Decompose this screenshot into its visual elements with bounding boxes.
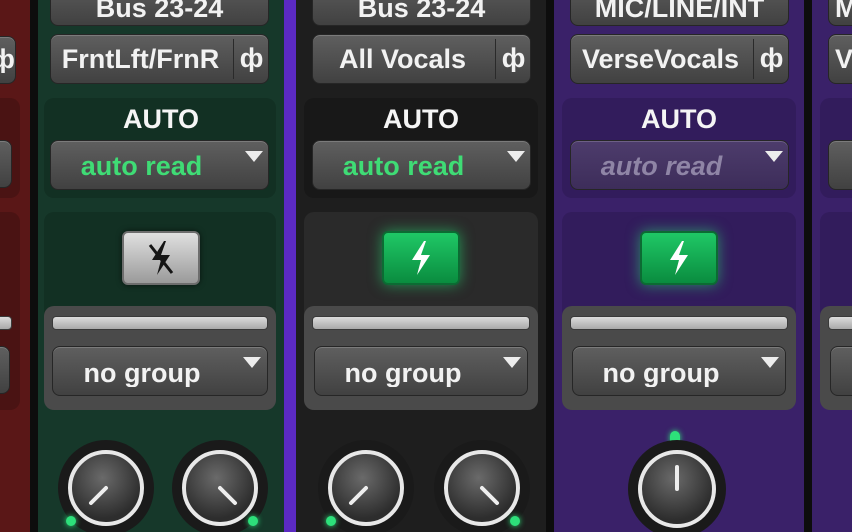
- automation-mode-value: auto read: [80, 153, 203, 180]
- bus-label: M: [835, 0, 852, 22]
- automation-mode-dropdown[interactable]: auto read: [570, 140, 789, 190]
- group-dropdown[interactable]: [830, 346, 852, 396]
- power-button[interactable]: [122, 231, 200, 285]
- send-indicator: [248, 516, 258, 526]
- output-divider: [753, 39, 754, 79]
- bus-selector[interactable]: M: [828, 0, 852, 26]
- group-dropdown[interactable]: [0, 346, 10, 394]
- bus-selector[interactable]: Bus 23-24: [312, 0, 531, 26]
- power-bolt-icon: [412, 241, 430, 275]
- power-bolt-disabled-icon: [148, 241, 174, 275]
- channel-strip-purple-partial: M Vo: [812, 0, 852, 532]
- channel-strip-black: Bus 23-24 All Vocals ф AUTO auto read no…: [296, 0, 546, 532]
- chevron-down-icon: [503, 357, 521, 368]
- group-dropdown[interactable]: no group: [52, 346, 268, 396]
- output-selector[interactable]: FrntLft/FrnR ф: [50, 34, 269, 84]
- group-meter: [52, 316, 268, 330]
- output-selector[interactable]: VerseVocals ф: [570, 34, 789, 84]
- strip-divider: [804, 0, 812, 532]
- chevron-down-icon: [507, 151, 525, 162]
- chevron-down-icon: [245, 151, 263, 162]
- power-button[interactable]: [382, 231, 460, 285]
- bus-label: Bus 23-24: [357, 0, 486, 22]
- send-indicator: [510, 516, 520, 526]
- auto-label: AUTO: [640, 104, 717, 134]
- pan-knob[interactable]: [628, 440, 726, 532]
- power-button[interactable]: [640, 231, 718, 285]
- bus-selector[interactable]: MIC/LINE/INT: [570, 0, 789, 26]
- output-plugin-icon: ф: [0, 46, 15, 73]
- output-selector[interactable]: Vo: [828, 34, 852, 84]
- bus-label: Bus 23-24: [95, 0, 224, 22]
- automation-mode-value: auto read: [600, 153, 723, 180]
- output-divider: [495, 39, 496, 79]
- group-meter: [570, 316, 788, 330]
- group-value: no group: [83, 360, 201, 387]
- channel-strip-green: Bus 23-24 FrntLft/FrnR ф AUTO auto read …: [38, 0, 284, 532]
- automation-mode-dropdown[interactable]: auto read: [312, 140, 531, 190]
- output-plugin-icon: ф: [239, 45, 264, 72]
- group-meter: [312, 316, 530, 330]
- output-label: VerseVocals: [581, 46, 740, 73]
- automation-mode-dropdown[interactable]: [828, 140, 852, 190]
- send-indicator: [326, 516, 336, 526]
- group-meter: [0, 316, 12, 330]
- strip-divider: [30, 0, 38, 532]
- auto-label: AUTO: [122, 104, 199, 134]
- automation-mode-dropdown[interactable]: [0, 140, 12, 188]
- bus-selector[interactable]: Bus 23-24: [50, 0, 269, 26]
- output-label: All Vocals: [338, 46, 467, 73]
- chevron-down-icon: [243, 357, 261, 368]
- knob-pointer-icon: [675, 465, 679, 491]
- output-divider: [233, 39, 234, 79]
- strip-divider: [546, 0, 554, 532]
- bus-label: MIC/LINE/INT: [594, 0, 765, 22]
- output-plugin-icon: ф: [501, 45, 526, 72]
- output-selector[interactable]: All Vocals ф: [312, 34, 531, 84]
- group-value: no group: [602, 360, 720, 387]
- automation-mode-dropdown[interactable]: auto read: [50, 140, 269, 190]
- auto-label: AUTO: [382, 104, 459, 134]
- channel-strip-red: ф: [0, 0, 30, 532]
- power-bolt-icon: [670, 241, 688, 275]
- chevron-down-icon: [761, 357, 779, 368]
- chevron-down-icon: [765, 151, 783, 162]
- channel-strip-purple: MIC/LINE/INT VerseVocals ф AUTO auto rea…: [554, 0, 804, 532]
- group-dropdown[interactable]: no group: [314, 346, 528, 396]
- output-selector[interactable]: ф: [0, 36, 16, 84]
- group-value: no group: [344, 360, 462, 387]
- group-meter: [828, 316, 852, 330]
- automation-mode-value: auto read: [342, 153, 465, 180]
- output-plugin-icon: ф: [759, 45, 784, 72]
- group-dropdown[interactable]: no group: [572, 346, 786, 396]
- strip-divider: [284, 0, 296, 532]
- send-indicator: [66, 516, 76, 526]
- output-label: FrntLft/FrnR: [61, 46, 220, 73]
- output-label: Vo: [835, 46, 852, 73]
